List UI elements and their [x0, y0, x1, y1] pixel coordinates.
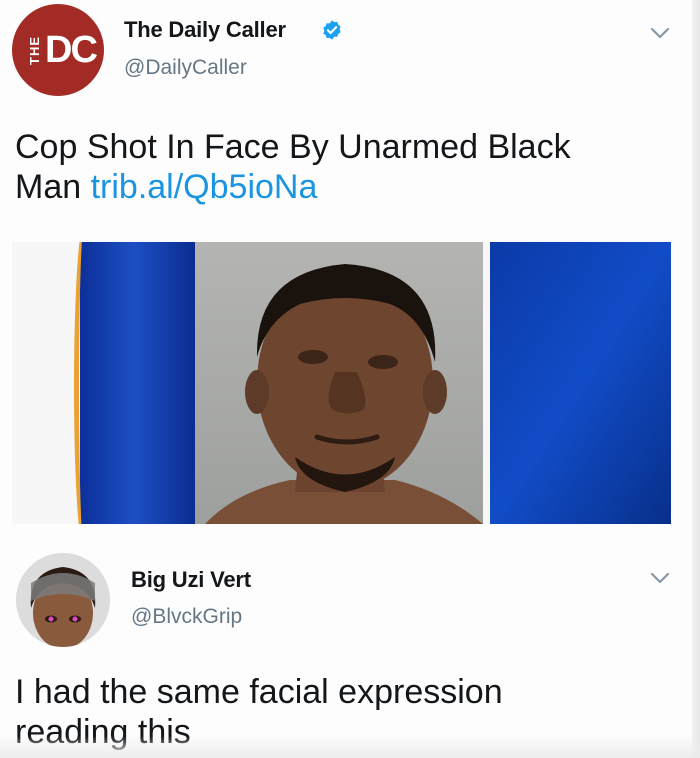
mugshot-illustration — [205, 264, 483, 524]
news-graphic-left — [74, 242, 200, 524]
chevron-down-icon[interactable] — [650, 26, 670, 40]
avatar-illustration — [16, 553, 110, 647]
tweet-text-word: Man — [15, 168, 82, 206]
bottom-fade — [0, 736, 700, 758]
author-name[interactable]: The Daily Caller — [124, 17, 286, 43]
author-name[interactable]: Big Uzi Vert — [131, 567, 251, 593]
verified-badge-icon — [323, 20, 341, 40]
avatar-dc-text: DC — [45, 28, 98, 71]
big-uzi-vert-avatar[interactable] — [16, 553, 110, 647]
daily-caller-avatar[interactable]: THE DC — [12, 4, 104, 96]
tweet-text-line-1: Cop Shot In Face By Unarmed Black — [15, 128, 571, 166]
avatar-the-text: THE — [27, 35, 43, 65]
tweet-text-line-2: Man trib.al/Qb5ioNa — [15, 167, 675, 207]
tweet-media-image[interactable] — [12, 242, 671, 524]
tweet-text-line-1: I had the same facial expression — [15, 673, 503, 711]
mugshot-photo — [195, 242, 483, 524]
news-graphic-right — [490, 242, 671, 524]
tweet-link[interactable]: trib.al/Qb5ioNa — [91, 168, 318, 206]
author-handle[interactable]: @DailyCaller — [124, 56, 247, 80]
chevron-down-icon[interactable] — [650, 571, 670, 585]
tweet-text: Cop Shot In Face By Unarmed Black Man tr… — [15, 127, 675, 207]
screen-edge — [692, 0, 700, 758]
author-handle[interactable]: @BlvckGrip — [131, 605, 242, 629]
tweet-screenshot: THE DC The Daily Caller @DailyCaller Cop… — [0, 0, 700, 758]
